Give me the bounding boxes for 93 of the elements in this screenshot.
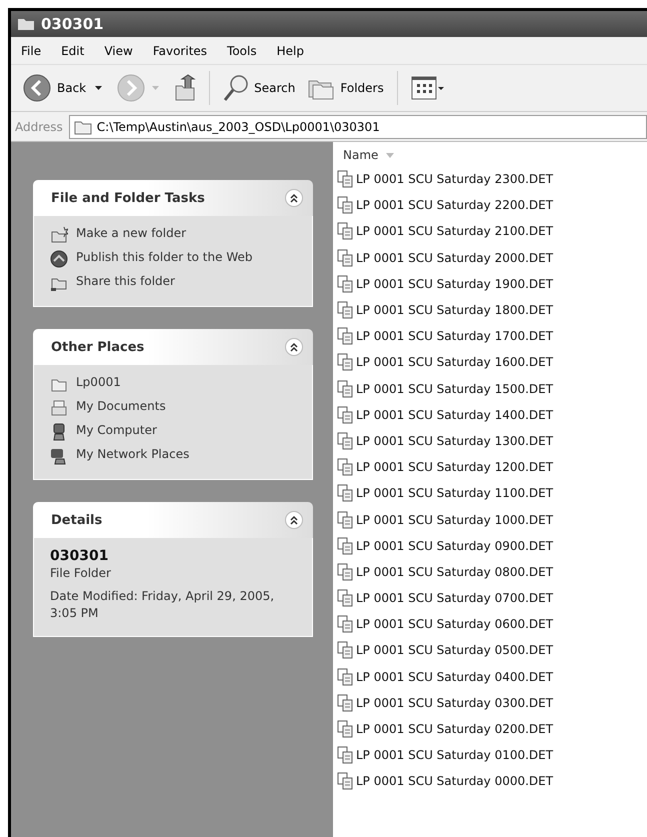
file-name[interactable]: LP 0001 SCU Saturday 2300.DET [356, 172, 554, 186]
file-name[interactable]: LP 0001 SCU Saturday 2200.DET [356, 198, 554, 212]
file-icon [337, 406, 353, 424]
file-name[interactable]: LP 0001 SCU Saturday 1600.DET [356, 355, 554, 370]
panel-title: Other Places [51, 340, 144, 354]
file-icon [337, 458, 353, 476]
globe-icon [50, 250, 68, 268]
file-icon [337, 694, 353, 712]
file-name[interactable]: LP 0001 SCU Saturday 0400.DET [356, 670, 554, 684]
file-icon [337, 562, 353, 581]
file-name[interactable]: LP 0001 SCU Saturday 1900.DET [356, 276, 554, 291]
task-link[interactable]: My Documents [76, 399, 256, 414]
panel-header[interactable]: File and Folder Tasks [33, 180, 313, 216]
file-icon [337, 668, 353, 686]
file-icon [337, 301, 353, 320]
file-name[interactable]: LP 0001 SCU Saturday 2100.DET [356, 224, 554, 238]
documents-icon [50, 399, 68, 417]
file-icon [337, 641, 353, 660]
file-icon [337, 353, 353, 372]
file-icon [337, 196, 353, 214]
file-name[interactable]: LP 0001 SCU Saturday 1300.DET [356, 434, 554, 448]
menu-item[interactable]: Favorites [142, 44, 218, 58]
file-icon [337, 380, 353, 398]
file-icon [337, 510, 353, 529]
folders-button[interactable]: Folders [304, 73, 387, 103]
panel-title: Details [51, 512, 102, 528]
column-header[interactable]: Name [337, 146, 400, 166]
caret-icon[interactable] [95, 86, 102, 90]
new-folder-icon [50, 226, 68, 244]
window-title: 030301 [41, 15, 104, 33]
folder-icon [17, 17, 35, 31]
collapse-button[interactable] [285, 511, 303, 529]
menu-item[interactable]: File [11, 44, 52, 58]
file-icon [337, 274, 353, 293]
file-icon [337, 746, 353, 764]
file-name[interactable]: LP 0001 SCU Saturday 1800.DET [356, 303, 554, 318]
file-name[interactable]: LP 0001 SCU Saturday 1000.DET [356, 512, 554, 527]
panel-title: File and Folder Tasks [51, 190, 205, 206]
collapse-button[interactable] [285, 189, 303, 207]
task-link[interactable]: Publish this folder to the Web [76, 250, 256, 265]
file-icon [337, 720, 353, 738]
folder-icon [74, 118, 92, 134]
file-name[interactable]: LP 0001 SCU Saturday 0300.DET [356, 696, 554, 710]
network-icon [50, 447, 68, 465]
file-name[interactable]: LP 0001 SCU Saturday 0800.DET [356, 564, 554, 579]
file-name[interactable]: LP 0001 SCU Saturday 0500.DET [356, 643, 554, 658]
menu-item[interactable]: Help [266, 44, 314, 58]
file-icon [337, 327, 353, 346]
task-link[interactable]: Share this folder [76, 274, 256, 289]
panel-header[interactable]: Details [33, 502, 313, 538]
file-icon [337, 222, 353, 240]
menu-item[interactable]: Tools [217, 44, 267, 58]
file-icon [337, 772, 353, 790]
file-name[interactable]: LP 0001 SCU Saturday 1400.DET [356, 408, 554, 422]
date-modified: Date Modified: Friday, April 29, 2005, 3:05 PM [50, 588, 276, 622]
item-name: 030301 [50, 548, 110, 564]
file-name[interactable]: LP 0001 SCU Saturday 1500.DET [356, 382, 554, 396]
file-name[interactable]: LP 0001 SCU Saturday 1700.DET [356, 329, 554, 344]
file-icon [337, 589, 353, 608]
collapse-button[interactable] [285, 338, 303, 356]
caret-icon [152, 86, 160, 90]
sort-arrow-icon [386, 152, 394, 158]
search-icon [223, 74, 250, 102]
file-name[interactable]: LP 0001 SCU Saturday 1200.DET [356, 460, 554, 474]
menu-item[interactable]: View [94, 44, 143, 58]
file-name[interactable]: LP 0001 SCU Saturday 0000.DET [356, 774, 554, 788]
search-button[interactable]: Search [220, 72, 298, 104]
file-name[interactable]: LP 0001 SCU Saturday 0600.DET [356, 617, 554, 632]
file-icon [337, 484, 353, 502]
menu-item[interactable]: Edit [51, 44, 94, 58]
file-icon [337, 432, 353, 450]
task-link[interactable]: Lp0001 [76, 375, 256, 390]
task-link[interactable]: Make a new folder [76, 226, 256, 241]
item-type: File Folder [50, 566, 112, 580]
address-field[interactable]: C:\Temp\Austin\aus_2003_OSD\Lp0001\030301 [68, 114, 647, 138]
task-link[interactable]: My Computer [76, 423, 256, 438]
file-name[interactable]: LP 0001 SCU Saturday 0200.DET [356, 722, 554, 736]
back-button[interactable]: Back [19, 71, 90, 105]
chevron-icon [289, 342, 299, 352]
file-name[interactable]: LP 0001 SCU Saturday 1100.DET [356, 486, 554, 500]
file-name[interactable]: LP 0001 SCU Saturday 0900.DET [356, 538, 554, 553]
task-link[interactable]: My Network Places [76, 447, 256, 462]
file-name[interactable]: LP 0001 SCU Saturday 2000.DET [356, 250, 554, 265]
address-label: Address [15, 120, 63, 134]
chevron-icon [289, 193, 299, 203]
file-icon [337, 170, 353, 188]
file-name[interactable]: LP 0001 SCU Saturday 0700.DET [356, 591, 554, 606]
file-icon [337, 248, 353, 267]
file-name[interactable]: LP 0001 SCU Saturday 0100.DET [356, 748, 554, 762]
file-icon [337, 615, 353, 634]
file-icon [337, 536, 353, 555]
chevron-icon [289, 515, 299, 525]
panel-header[interactable]: Other Places [33, 329, 313, 365]
